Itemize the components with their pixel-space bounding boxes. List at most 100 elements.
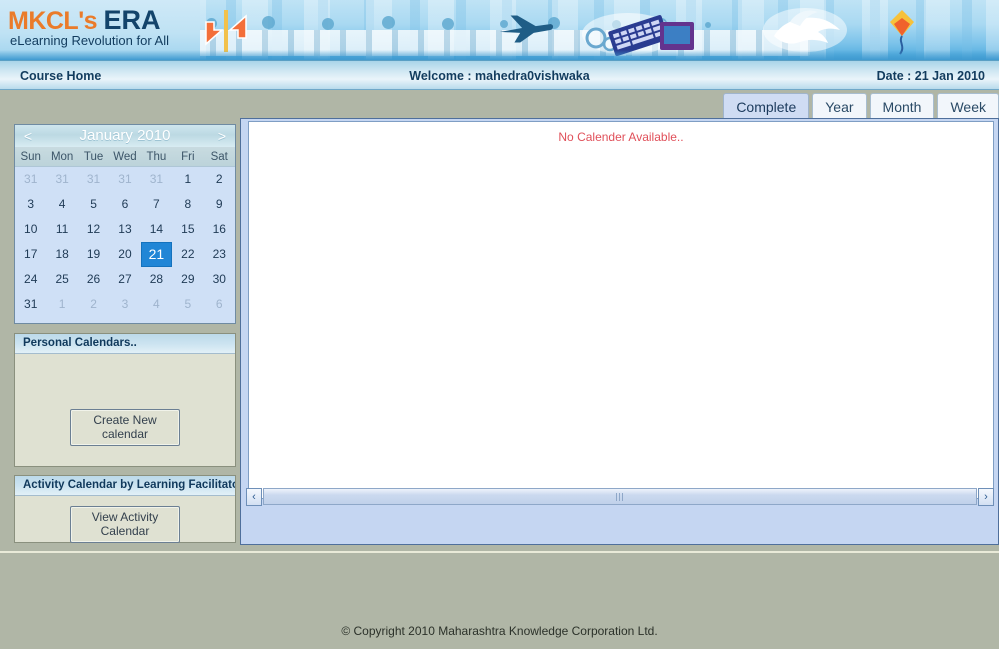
activity-calendar-panel: Activity Calendar by Learning Facilitato…: [14, 475, 236, 543]
day-header-tue: Tue: [83, 151, 104, 163]
calendar-day-cell[interactable]: 9: [204, 192, 235, 217]
calendar-week-row: 3456789: [15, 192, 235, 217]
calendar-week-row: 24 25 26 27 28 29 30: [15, 267, 235, 292]
calendar-day-cell[interactable]: 13: [109, 217, 140, 242]
site-banner: MKCL's ERA eLearning Revolution for All: [0, 0, 999, 60]
calendar-day-cell[interactable]: 5: [172, 292, 203, 317]
calendar-week-row: 31 1 2 3 4 5 6: [15, 292, 235, 317]
calendar-day-cell[interactable]: 8: [172, 192, 203, 217]
calendar-day-cell[interactable]: 24: [15, 267, 46, 292]
personal-calendars-body: Create New calendar: [15, 354, 235, 466]
calendar-day-cell[interactable]: 5: [78, 192, 109, 217]
calendar-day-cell[interactable]: 30: [204, 267, 235, 292]
calendar-grid: 31 31 31 31 31 1 2 3 4 5 6 7 8 9 10 11 12 13 14 15 16 17 18 19 2…: [15, 167, 235, 317]
calendar-day-cell[interactable]: 6: [204, 292, 235, 317]
prev-month-icon[interactable]: <: [19, 127, 37, 145]
calendar-day-cell[interactable]: 4: [46, 192, 77, 217]
airplane-icon: [499, 15, 554, 43]
logo-mkcl-text: MKCL's: [8, 7, 98, 35]
calendar-day-cell[interactable]: 18: [46, 242, 77, 267]
tab-year[interactable]: Year: [812, 93, 867, 121]
calendar-day-cell[interactable]: 7: [141, 192, 172, 217]
calendar-content-area: No Calender Available..: [248, 121, 994, 499]
calendar-day-cell[interactable]: 22: [172, 242, 203, 267]
scroll-right-icon[interactable]: ›: [978, 487, 994, 506]
scrollbar-track[interactable]: [263, 488, 977, 505]
horizontal-scrollbar[interactable]: ‹ ›: [246, 487, 994, 506]
computer-keyboard-icon: [582, 13, 694, 56]
scrollbar-grip[interactable]: [616, 493, 624, 501]
calendar-week-row: 17 18 19 20 21 22 23: [15, 242, 235, 267]
calendar-day-cell[interactable]: 16: [204, 217, 235, 242]
logo-tagline: eLearning Revolution for All: [10, 33, 169, 48]
calendar-day-today[interactable]: 21: [140, 242, 173, 267]
calendar-content-panel: No Calender Available.. ‹ ›: [240, 118, 999, 545]
banner-bottom-edge: [0, 50, 999, 60]
calendar-day-cell[interactable]: 31: [109, 167, 140, 192]
logo-text: MKCL's ERA: [8, 5, 161, 36]
day-header-thu: Thu: [146, 151, 167, 163]
calendar-day-cell[interactable]: 25: [46, 267, 77, 292]
calendar-day-cell[interactable]: 31: [15, 292, 46, 317]
calendar-week-row: 10 11 12 13 14 15 16: [15, 217, 235, 242]
calendar-day-cell[interactable]: 14: [141, 217, 172, 242]
calendar-day-cell[interactable]: 2: [78, 292, 109, 317]
scroll-left-icon[interactable]: ‹: [246, 487, 262, 506]
copyright-text: © Copyright 2010 Maharashtra Knowledge C…: [341, 624, 658, 638]
activity-calendar-body: View Activity Calendar: [15, 496, 235, 543]
calendar-day-cell[interactable]: 31: [141, 167, 172, 192]
calendar-day-cell[interactable]: 1: [172, 167, 203, 192]
calendar-month-title: January 2010: [79, 127, 171, 144]
tab-week[interactable]: Week: [937, 93, 999, 121]
calendar-day-cell[interactable]: 31: [15, 167, 46, 192]
current-date: Date : 21 Jan 2010: [876, 69, 985, 83]
calendar-day-cell[interactable]: 23: [204, 242, 235, 267]
logo-era-text: ERA: [103, 5, 161, 35]
day-header-fri: Fri: [181, 151, 195, 163]
dove-icon: [763, 8, 847, 52]
calendar-day-cell[interactable]: 28: [141, 267, 172, 292]
calendar-day-cell[interactable]: 3: [109, 292, 140, 317]
day-header-wed: Wed: [113, 151, 137, 163]
page-root: MKCL's ERA eLearning Revolution for All …: [0, 0, 999, 649]
calendar-header: < January 2010 >: [15, 125, 235, 147]
next-month-icon[interactable]: >: [213, 127, 231, 145]
calendar-day-cell[interactable]: 31: [46, 167, 77, 192]
day-header-sat: Sat: [210, 151, 228, 163]
activity-calendar-title: Activity Calendar by Learning Facilitato…: [15, 476, 235, 496]
mini-calendar: < January 2010 > Sun Mon Tue Wed Thu Fri…: [14, 124, 236, 324]
welcome-text: Welcome : mahedra0vishwaka: [409, 69, 590, 83]
calendar-day-cell[interactable]: 3: [15, 192, 46, 217]
calendar-day-cell[interactable]: 31: [78, 167, 109, 192]
top-navigation-bar: Course Home Welcome : mahedra0vishwaka D…: [0, 60, 999, 90]
calendar-day-cell[interactable]: 1: [46, 292, 77, 317]
calendar-day-headers: Sun Mon Tue Wed Thu Fri Sat: [15, 147, 235, 167]
calendar-day-cell[interactable]: 6: [109, 192, 140, 217]
calendar-day-cell[interactable]: 19: [78, 242, 109, 267]
calendar-day-cell[interactable]: 4: [141, 292, 172, 317]
create-new-calendar-button[interactable]: Create New calendar: [70, 409, 180, 446]
calendar-day-cell[interactable]: 10: [15, 217, 46, 242]
day-header-sun: Sun: [20, 151, 41, 163]
calendar-day-cell[interactable]: 12: [78, 217, 109, 242]
personal-calendars-panel: Personal Calendars.. Create New calendar: [14, 333, 236, 467]
calendar-day-cell[interactable]: 29: [172, 267, 203, 292]
calendar-day-cell[interactable]: 17: [15, 242, 46, 267]
footer-divider: [0, 551, 999, 553]
calendar-day-cell[interactable]: 11: [46, 217, 77, 242]
calendar-day-cell[interactable]: 2: [204, 167, 235, 192]
view-activity-calendar-button[interactable]: View Activity Calendar: [70, 506, 180, 543]
calendar-day-cell[interactable]: 15: [172, 217, 203, 242]
tab-month[interactable]: Month: [869, 93, 935, 121]
day-header-mon: Mon: [50, 151, 74, 163]
arrow-sign-icon: [205, 10, 247, 52]
view-tabs: Complete Year Month Week: [723, 92, 999, 121]
calendar-day-cell[interactable]: 26: [78, 267, 109, 292]
no-calendar-message: No Calender Available..: [558, 130, 684, 144]
calendar-week-row: 31 31 31 31 31 1 2: [15, 167, 235, 192]
personal-calendars-title: Personal Calendars..: [15, 334, 235, 354]
calendar-day-cell[interactable]: 27: [109, 267, 140, 292]
kite-icon: [890, 10, 914, 55]
tab-complete[interactable]: Complete: [723, 93, 810, 121]
calendar-day-cell[interactable]: 20: [109, 242, 140, 267]
